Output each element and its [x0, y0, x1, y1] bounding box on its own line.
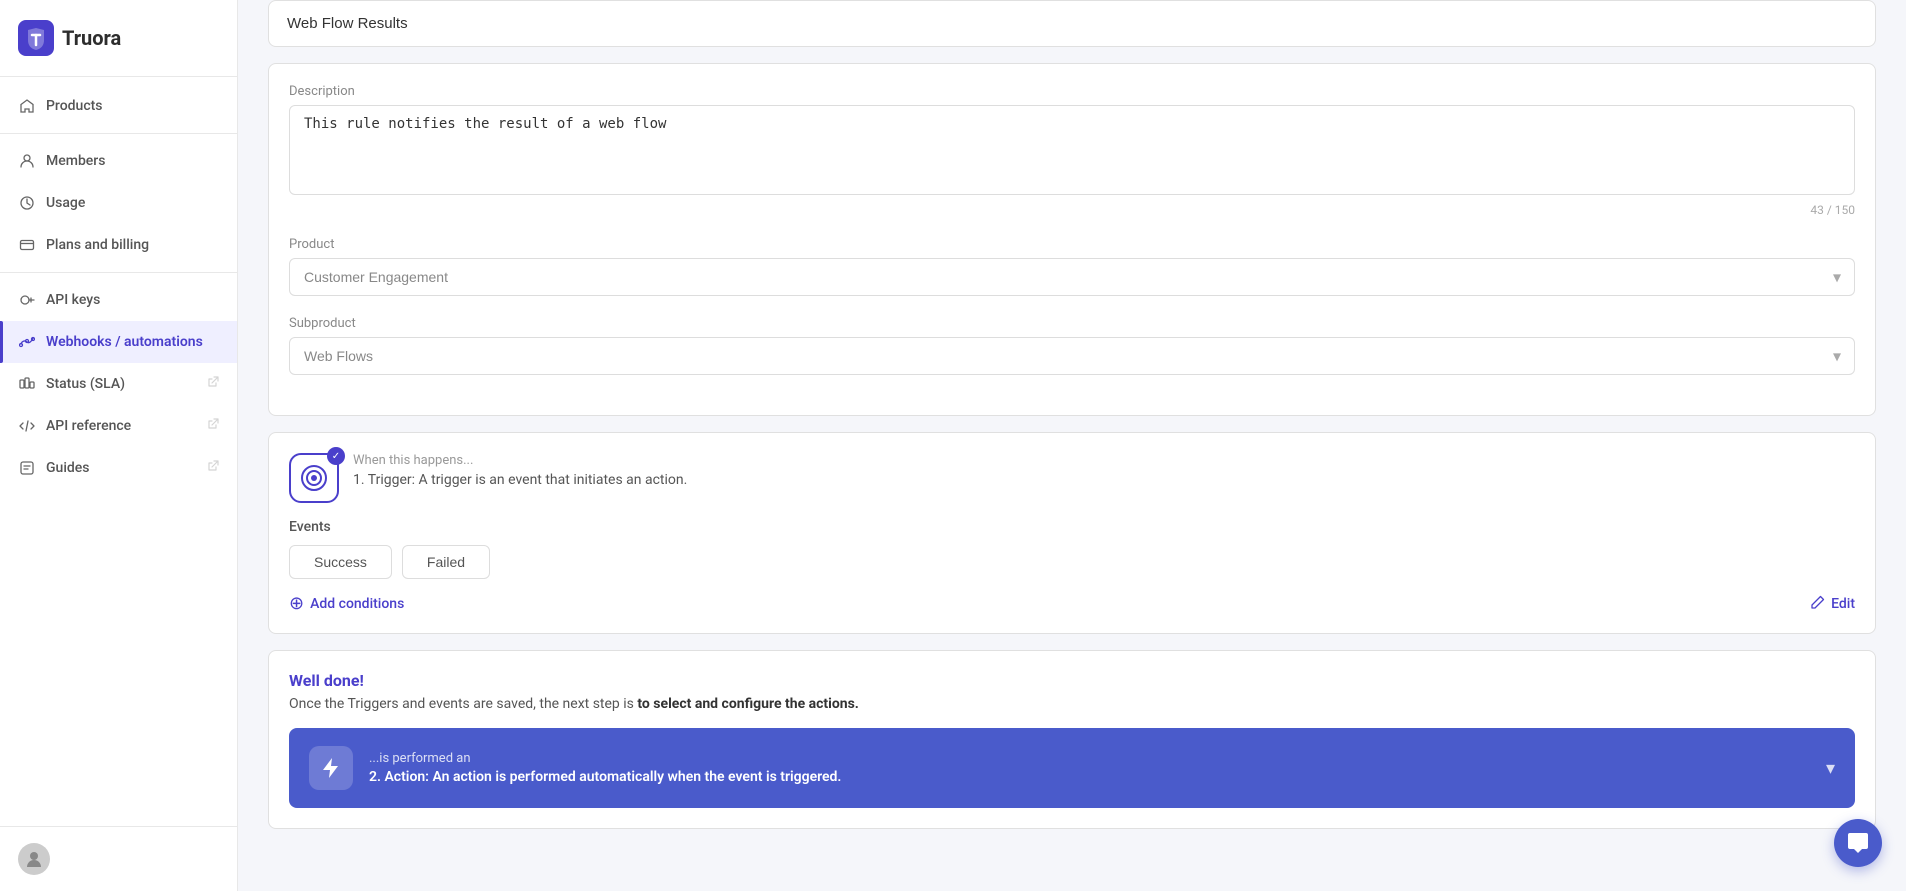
billing-icon [18, 236, 36, 254]
main-content: Description This rule notifies the resul… [238, 0, 1906, 891]
sidebar-item-api-ref-label: API reference [46, 418, 131, 434]
product-select-wrapper: Customer Engagement ▾ [289, 258, 1855, 296]
trigger-check-badge: ✓ [327, 447, 345, 465]
status-icon [18, 375, 36, 393]
edit-label: Edit [1831, 596, 1855, 612]
trigger-header: ✓ When this happens... 1. Trigger: A tri… [289, 453, 1855, 503]
well-done-text: Once the Triggers and events are saved, … [289, 696, 1855, 712]
sidebar-item-plans-billing[interactable]: Plans and billing [0, 224, 237, 266]
sidebar-bottom [0, 826, 237, 891]
failed-event-button[interactable]: Failed [402, 545, 490, 579]
guides-icon [18, 459, 36, 477]
action-meta: ...is performed an 2. Action: An action … [369, 751, 1810, 785]
sidebar-item-api-keys[interactable]: API keys [0, 279, 237, 321]
subproduct-field-group: Subproduct Web Flows ▾ [289, 316, 1855, 375]
api-ref-external-icon [207, 418, 219, 434]
sidebar-item-usage-label: Usage [46, 195, 85, 211]
action-chevron-icon[interactable]: ▾ [1826, 758, 1835, 779]
add-conditions-button[interactable]: ⊕ Add conditions [289, 595, 404, 613]
status-external-icon [207, 376, 219, 392]
sidebar-item-webhooks[interactable]: Webhooks / automations [0, 321, 237, 363]
well-done-section: Well done! Once the Triggers and events … [268, 650, 1876, 829]
action-lightning-icon [319, 756, 343, 780]
user-avatar[interactable] [18, 843, 50, 875]
sidebar-item-products-label: Products [46, 98, 103, 114]
add-conditions-label: Add conditions [310, 596, 404, 612]
sidebar-item-usage[interactable]: Usage [0, 182, 237, 224]
description-textarea[interactable]: This rule notifies the result of a web f… [289, 105, 1855, 195]
sidebar-item-guides-label: Guides [46, 460, 89, 476]
add-conditions-plus-icon: ⊕ [289, 595, 304, 613]
sidebar-item-webhooks-label: Webhooks / automations [46, 334, 203, 350]
usage-icon [18, 194, 36, 212]
description-label: Description [289, 84, 1855, 99]
sidebar-item-plans-billing-label: Plans and billing [46, 237, 149, 253]
api-keys-icon [18, 291, 36, 309]
sidebar-item-status-label: Status (SLA) [46, 376, 125, 392]
sidebar-item-members-label: Members [46, 153, 105, 169]
sidebar-item-api-reference[interactable]: API reference [0, 405, 237, 447]
events-buttons: Success Failed [289, 545, 1855, 579]
edit-pencil-icon [1811, 595, 1825, 613]
description-field-group: Description This rule notifies the resul… [289, 84, 1855, 217]
logo: Truora [0, 0, 237, 77]
webhooks-icon [18, 333, 36, 351]
product-label: Product [289, 237, 1855, 252]
truora-logo-icon [18, 20, 54, 56]
nav-divider-1 [0, 133, 237, 134]
action-subtitle: ...is performed an [369, 751, 1810, 766]
subproduct-select-wrapper: Web Flows ▾ [289, 337, 1855, 375]
chat-button[interactable] [1834, 819, 1882, 867]
members-icon [18, 152, 36, 170]
sidebar-item-status-sla[interactable]: Status (SLA) [0, 363, 237, 405]
home-icon [18, 97, 36, 115]
trigger-desc-text: 1. Trigger: A trigger is an event that i… [353, 472, 687, 488]
description-card: Description This rule notifies the resul… [268, 63, 1876, 416]
logo-text: Truora [62, 26, 121, 50]
guides-external-icon [207, 460, 219, 476]
api-ref-icon [18, 417, 36, 435]
well-done-text-bold: to select and configure the actions. [637, 696, 858, 712]
sidebar-nav: Products Members Usage Plans and billing [0, 77, 237, 826]
subproduct-select[interactable]: Web Flows [289, 337, 1855, 375]
sidebar: Truora Products Members Usage Pla [0, 0, 238, 891]
trigger-footer: ⊕ Add conditions Edit [289, 595, 1855, 613]
sidebar-item-guides[interactable]: Guides [0, 447, 237, 489]
well-done-title: Well done! [289, 671, 1855, 690]
action-desc: 2. Action: An action is performed automa… [369, 769, 1810, 785]
trigger-icon-wrap: ✓ [289, 453, 339, 503]
product-select[interactable]: Customer Engagement [289, 258, 1855, 296]
sidebar-item-products[interactable]: Products [0, 85, 237, 127]
product-field-group: Product Customer Engagement ▾ [289, 237, 1855, 296]
trigger-section: ✓ When this happens... 1. Trigger: A tri… [268, 432, 1876, 634]
trigger-desc: 1. Trigger: A trigger is an event that i… [353, 472, 1855, 488]
nav-divider-2 [0, 272, 237, 273]
action-banner: ...is performed an 2. Action: An action … [289, 728, 1855, 808]
trigger-meta: When this happens... 1. Trigger: A trigg… [353, 453, 1855, 488]
well-done-text-before: Once the Triggers and events are saved, … [289, 696, 637, 712]
name-field-wrap [268, 0, 1876, 47]
trigger-target-icon [300, 464, 328, 492]
edit-button[interactable]: Edit [1811, 595, 1855, 613]
sidebar-item-members[interactable]: Members [0, 140, 237, 182]
char-count: 43 / 150 [289, 203, 1855, 217]
chat-icon [1846, 831, 1870, 855]
trigger-subtitle: When this happens... [353, 453, 1855, 468]
action-icon-wrap [309, 746, 353, 790]
sidebar-item-api-keys-label: API keys [46, 292, 100, 308]
name-input[interactable] [269, 1, 1875, 46]
success-event-button[interactable]: Success [289, 545, 392, 579]
events-label: Events [289, 519, 1855, 535]
subproduct-label: Subproduct [289, 316, 1855, 331]
